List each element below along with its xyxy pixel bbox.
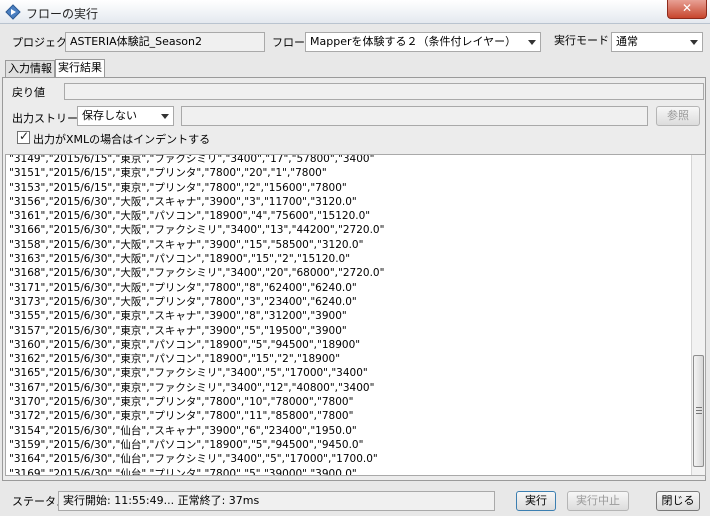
output-line: "3163","2015/6/30","大阪","パソコン","18900","… (9, 253, 351, 266)
stop-button[interactable]: 実行中止 (567, 491, 629, 511)
output-line: "3171","2015/6/30","大阪","プリンタ","7800","8… (9, 281, 357, 294)
check-icon: ✓ (19, 129, 30, 143)
close-window-button[interactable]: ✕ (667, 0, 707, 19)
output-line: "3159","2015/6/30","仙台","パソコン","18900","… (9, 438, 364, 451)
output-line: "3173","2015/6/30","大阪","プリンタ","7800","3… (9, 295, 357, 308)
run-button[interactable]: 実行 (516, 491, 556, 511)
return-value-field (64, 83, 704, 100)
flow-select-value: Mapperを体験する２（条件付レイヤー） (310, 35, 517, 48)
output-line: "3172","2015/6/30","東京","プリンタ","7800","1… (9, 410, 354, 423)
output-stream-select[interactable]: 保存しない (77, 106, 174, 126)
output-line: "3162","2015/6/30","東京","パソコン","18900","… (9, 353, 341, 366)
scrollbar-thumb[interactable] (693, 355, 704, 467)
output-line: "3151","2015/6/15","東京","プリンタ","7800","2… (9, 167, 327, 180)
mode-select-value: 通常 (616, 35, 638, 48)
output-line: "3157","2015/6/30","東京","スキャナ","3900","5… (9, 324, 347, 337)
output-line: "3166","2015/6/30","大阪","ファクシミリ","3400",… (9, 224, 385, 237)
chevron-down-icon (690, 40, 698, 45)
output-line: "3155","2015/6/30","東京","スキャナ","3900","8… (9, 310, 347, 323)
close-button[interactable]: 閉じる (656, 491, 700, 511)
output-line: "3167","2015/6/30","東京","ファクシミリ","3400",… (9, 381, 375, 394)
output-stream-value: 保存しない (82, 109, 137, 122)
output-line: "3161","2015/6/30","大阪","パソコン","18900","… (9, 210, 371, 223)
title-bar: フローの実行 ✕ (0, 0, 710, 24)
output-line: "3160","2015/6/30","東京","パソコン","18900","… (9, 338, 361, 351)
output-line: "3156","2015/6/30","大阪","スキャナ","3900","3… (9, 195, 357, 208)
return-value-label: 戻り値 (12, 86, 45, 99)
grip-icon (696, 407, 702, 408)
output-line: "3165","2015/6/30","東京","ファクシミリ","3400",… (9, 367, 368, 380)
output-line: "3154","2015/6/30","仙台","スキャナ","3900","6… (9, 424, 357, 437)
indent-xml-label: 出力がXMLの場合はインデントする (33, 133, 211, 146)
output-line: "3169","2015/6/30","仙台","プリンタ","7800","5… (9, 467, 357, 476)
project-field: ASTERIA体験記_Season2 (65, 32, 265, 52)
output-line: "3164","2015/6/30","仙台","ファクシミリ","3400",… (9, 453, 378, 466)
mode-select[interactable]: 通常 (611, 32, 703, 52)
output-line: "3170","2015/6/30","東京","プリンタ","7800","1… (9, 396, 354, 409)
indent-xml-checkbox[interactable]: ✓ (17, 129, 30, 144)
output-line: "3158","2015/6/30","大阪","スキャナ","3900","1… (9, 238, 364, 251)
chevron-down-icon (528, 40, 536, 45)
mode-label: 実行モード (554, 34, 609, 47)
output-lines: "3149","2015/6/15","東京","ファクシミリ","3400",… (9, 154, 689, 476)
grip-icon (696, 413, 702, 414)
output-line: "3168","2015/6/30","大阪","ファクシミリ","3400",… (9, 267, 385, 280)
flow-run-icon (5, 4, 21, 20)
output-path-field[interactable] (181, 106, 648, 126)
browse-button[interactable]: 参照 (656, 106, 700, 126)
vertical-scrollbar[interactable] (691, 155, 705, 475)
chevron-down-icon (161, 114, 169, 119)
output-text-area[interactable]: "3149","2015/6/15","東京","ファクシミリ","3400",… (5, 154, 706, 476)
tab-execution-result[interactable]: 実行結果 (55, 59, 105, 77)
output-line: "3153","2015/6/15","東京","プリンタ","7800","2… (9, 181, 347, 194)
grip-icon (696, 410, 702, 411)
window-title: フローの実行 (26, 7, 99, 21)
tab-input-info[interactable]: 入力情報 (5, 60, 55, 77)
flow-select[interactable]: Mapperを体験する２（条件付レイヤー） (305, 32, 541, 52)
status-field: 実行開始: 11:55:49... 正常終了: 37ms (58, 491, 495, 511)
output-line: "3149","2015/6/15","東京","ファクシミリ","3400",… (9, 154, 375, 165)
flow-label: フロー (272, 36, 305, 49)
